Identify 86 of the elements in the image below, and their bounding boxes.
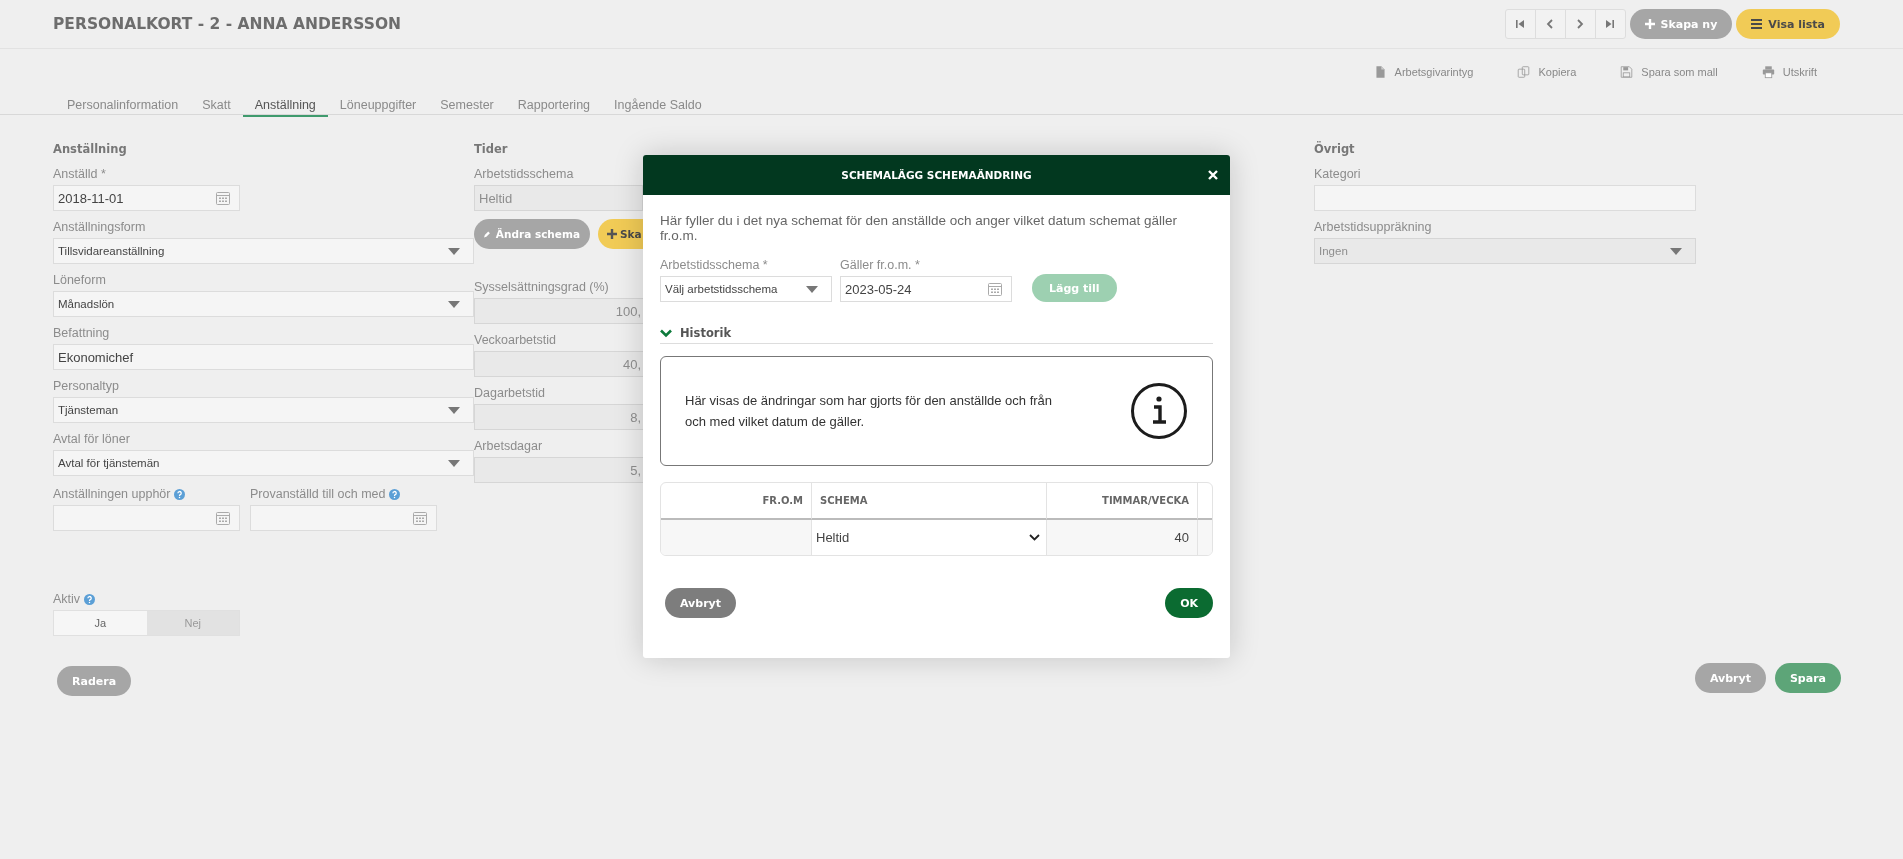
field-label: Gäller fr.o.m. * — [840, 258, 920, 272]
info-text: Här visas de ändringar som har gjorts för den anställde och från och med vilket datum de gäller. — [685, 392, 1054, 431]
delete-button[interactable]: Radera — [57, 666, 132, 696]
caret-down-icon — [448, 247, 460, 255]
select-field[interactable]: Månadslön — [53, 291, 474, 317]
table-cell: 40 — [1047, 520, 1198, 555]
section-heading: Anställning — [53, 142, 128, 156]
cancel-button[interactable]: Avbryt — [1694, 663, 1766, 693]
tab[interactable]: Anställning — [242, 97, 328, 117]
field-label: Personaltyp — [53, 379, 119, 393]
tab[interactable]: Personalinformation — [55, 97, 191, 117]
date-field[interactable]: 2018-11-01 — [53, 185, 240, 211]
toolbar-link[interactable]: Arbetsgivarintyg — [1373, 61, 1474, 83]
field-label: Befattning — [53, 326, 110, 340]
skip-first-icon — [1514, 18, 1527, 30]
help-icon[interactable] — [174, 488, 186, 500]
date-field[interactable] — [53, 505, 240, 531]
copy-icon — [1517, 65, 1531, 79]
calendar-icon[interactable] — [987, 281, 1003, 297]
section-heading: Övrigt — [1314, 142, 1356, 156]
table-cell — [1198, 520, 1212, 555]
caret-down-icon — [448, 300, 460, 308]
toggle-option[interactable]: Nej — [146, 611, 239, 635]
field-label: Arbetstidsuppräkning — [1314, 220, 1432, 234]
field-label: Avtal för löner — [53, 432, 130, 446]
dialog-title: SCHEMALÄGG SCHEMAÄNDRING — [841, 169, 1032, 181]
date-field[interactable]: 2023-05-24 — [840, 276, 1012, 302]
select-field[interactable]: Tjänsteman — [53, 397, 474, 423]
help-icon[interactable] — [84, 593, 96, 605]
toolbar-link[interactable]: Kopiera — [1517, 61, 1577, 83]
input-field[interactable]: Ekonomichef — [53, 344, 474, 370]
chevron-down-icon[interactable] — [660, 328, 672, 338]
toggle-option[interactable]: Ja — [54, 611, 147, 635]
input-field[interactable] — [1314, 185, 1696, 211]
select-field[interactable]: Tillsvidareanställning — [53, 238, 474, 264]
page-title: PERSONALKORT - 2 - ANNA ANDERSSON — [53, 15, 402, 33]
field-label: Arbetstidsschema — [474, 167, 574, 181]
edit-schedule-button[interactable]: Ändra schema — [474, 219, 590, 249]
tab[interactable]: Ingående Saldo — [602, 97, 714, 117]
tab[interactable]: Skatt — [190, 97, 243, 117]
field-label: Arbetstidsschema * — [660, 258, 768, 272]
list-button[interactable]: Visa lista — [1736, 9, 1840, 39]
tab[interactable]: Rapportering — [505, 97, 603, 117]
field-label: Löneform — [53, 273, 106, 287]
field-label: Anställningen upphör — [53, 487, 171, 501]
field-label: Dagarbetstid — [474, 386, 545, 400]
field-label: Veckoarbetstid — [474, 333, 556, 347]
plus-icon — [607, 229, 617, 239]
toolbar-link[interactable]: Spara som mall — [1620, 61, 1718, 83]
document-icon — [1373, 65, 1387, 79]
tab[interactable]: Löneuppgifter — [327, 97, 429, 117]
date-field[interactable] — [250, 505, 437, 531]
close-icon[interactable] — [1208, 170, 1218, 180]
caret-down-icon — [448, 459, 460, 467]
field-label: Aktiv — [53, 592, 81, 606]
plus-icon — [1644, 19, 1655, 29]
calendar-icon[interactable] — [412, 510, 428, 526]
intro-text: Här fyller du i det nya schemat för den anställde och anger vilket datum schemat gäller fr.o.m. — [660, 213, 1178, 243]
calendar-icon[interactable] — [215, 190, 231, 206]
field-label: Anställd * — [53, 167, 106, 181]
info-icon — [1130, 382, 1188, 440]
field-label: Sysselsättningsgrad (%) — [474, 280, 609, 294]
ok-button[interactable]: OK — [1165, 588, 1213, 618]
caret-down-icon — [448, 406, 460, 414]
select-field[interactable]: Avtal för tjänstemän — [53, 450, 474, 476]
menu-icon — [1751, 19, 1763, 29]
cancel-button[interactable]: Avbryt — [665, 588, 737, 618]
field-label: Provanställd till och med — [250, 487, 386, 501]
chevron-down-icon — [1029, 534, 1040, 541]
toolbar-link[interactable]: Utskrift — [1761, 61, 1817, 83]
section-heading: Tider — [474, 142, 509, 156]
field-label: Anställningsform — [53, 220, 146, 234]
skip-last-icon — [1604, 18, 1617, 30]
create-button[interactable]: Ska — [598, 219, 643, 249]
section-heading: Historik — [680, 326, 732, 340]
save-button[interactable]: Spara — [1774, 663, 1841, 693]
create-button[interactable]: Skapa ny — [1629, 9, 1733, 39]
caret-down-icon — [806, 285, 818, 293]
caret-down-icon — [1670, 247, 1682, 255]
help-icon[interactable] — [389, 488, 401, 500]
printer-icon — [1761, 65, 1775, 79]
calendar-icon[interactable] — [215, 510, 231, 526]
tab[interactable]: Semester — [428, 97, 506, 117]
select-field[interactable]: Välj arbetstidsschema — [660, 276, 832, 302]
field-label: Arbetsdagar — [474, 439, 543, 453]
field-label: Kategori — [1314, 167, 1361, 181]
